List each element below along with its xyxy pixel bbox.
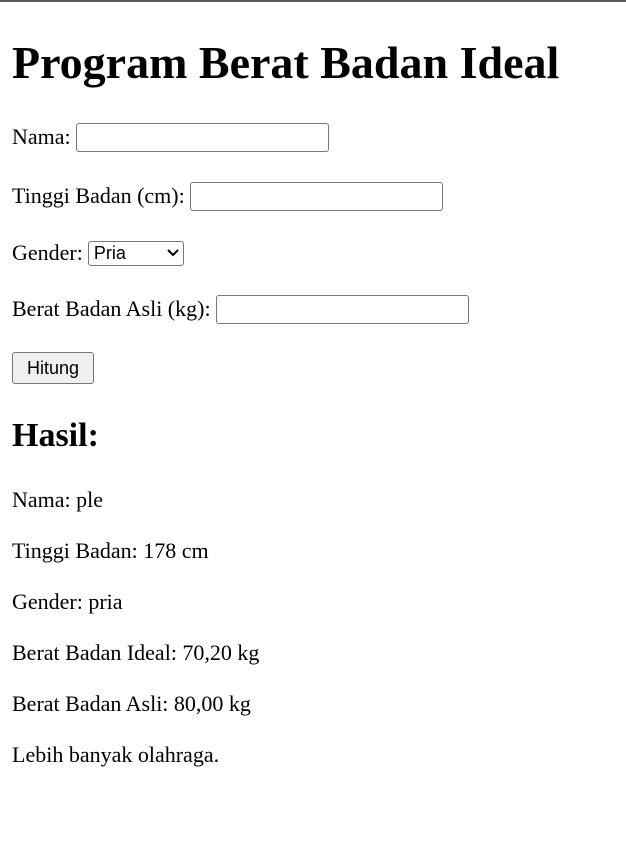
page-title: Program Berat Badan Ideal (12, 37, 560, 88)
berat-row: Berat Badan Asli (kg): (12, 293, 469, 325)
gender-selected-value: Pria (93, 242, 126, 263)
result-tinggi: Tinggi Badan: 178 cm (12, 538, 209, 563)
browser-top-border (0, 0, 626, 2)
result-advice: Lebih banyak olahraga. (12, 742, 220, 767)
gender-row: Gender: Pria (12, 237, 184, 269)
result-gender: Gender: pria (12, 589, 123, 614)
berat-input[interactable] (215, 294, 469, 324)
result-nama: Nama: ple (12, 487, 104, 512)
result-berat-ideal: Berat Badan Ideal: 70,20 kg (12, 640, 260, 665)
nama-input[interactable] (75, 122, 329, 152)
result-berat-asli: Berat Badan Asli: 80,00 kg (12, 691, 251, 716)
gender-label: Gender: (12, 240, 83, 265)
gender-select[interactable]: Pria (87, 240, 184, 266)
nama-label: Nama: (12, 124, 71, 149)
berat-label: Berat Badan Asli (kg): (12, 296, 211, 321)
nama-row: Nama: (12, 121, 329, 153)
result-heading: Hasil: (12, 417, 99, 454)
chevron-down-icon (167, 249, 179, 257)
tinggi-row: Tinggi Badan (cm): (12, 180, 443, 212)
tinggi-label: Tinggi Badan (cm): (12, 183, 185, 208)
tinggi-input[interactable] (189, 181, 443, 211)
hitung-button[interactable]: Hitung (12, 352, 94, 384)
